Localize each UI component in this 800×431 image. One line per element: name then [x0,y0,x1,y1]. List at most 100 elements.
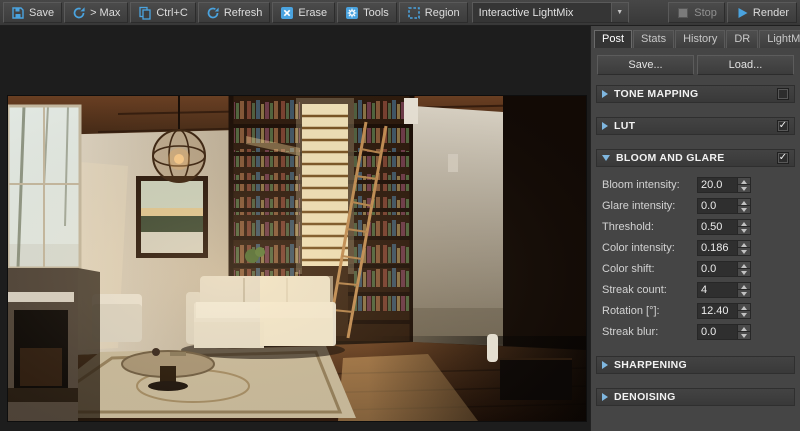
erase-button[interactable]: Erase [272,2,336,23]
save-settings-button[interactable]: Save... [597,55,694,75]
button-label: Save [29,6,55,19]
spinner-up-icon[interactable] [738,198,750,206]
load-settings-button[interactable]: Load... [697,55,794,75]
save-icon [11,6,25,20]
spinner-down-icon[interactable] [738,311,750,318]
dropdown-arrow-icon[interactable] [610,3,628,22]
spinner-down-icon[interactable] [738,206,750,213]
section-header-tone-mapping[interactable]: TONE MAPPING [596,85,795,103]
tab-stats[interactable]: Stats [633,30,675,48]
param-row-threshold: Threshold: 0.50 [602,216,793,237]
param-input-rotation: 12.40 [697,302,751,319]
section-checkbox-bloom-and-glare[interactable] [777,152,789,164]
section-sharpening: SHARPENING [596,356,795,374]
expand-arrow-icon[interactable] [602,90,608,98]
spinner-down-icon[interactable] [738,269,750,276]
spinner [737,240,750,255]
spinner [737,282,750,297]
tools-button[interactable]: Tools [337,2,397,23]
spinner-down-icon[interactable] [738,185,750,192]
section-denoising: DENOISING [596,388,795,406]
button-label: Ctrl+C [156,6,188,19]
spinner [737,219,750,234]
button-label: Render [752,6,789,19]
expand-arrow-icon[interactable] [602,122,608,130]
save-button[interactable]: Save [3,2,63,23]
section-header-bloom-and-glare[interactable]: BLOOM AND GLARE [596,149,795,167]
toolbar-buttons: Save > Max Ctrl+C Refresh Erase Tools Region [3,2,468,23]
spinner [737,324,750,339]
settings-panel: PostStatsHistoryDRLightMix Save... Load.… [590,26,800,431]
sections: TONE MAPPING LUT BLOOM AND GLARE Bloom inte… [591,77,800,406]
param-label: Glare intensity: [602,199,676,212]
section-title: TONE MAPPING [614,88,699,100]
param-value[interactable]: 12.40 [698,304,737,318]
region-icon [407,6,421,20]
spinner-down-icon[interactable] [738,248,750,255]
refresh-button[interactable]: Refresh [197,2,271,23]
render-button[interactable]: Render [726,2,797,23]
param-input-glare-intensity: 0.0 [697,197,751,214]
spinner-down-icon[interactable] [738,290,750,297]
expand-arrow-icon[interactable] [602,361,608,369]
param-label: Color shift: [602,262,655,275]
spinner-up-icon[interactable] [738,177,750,185]
spinner-up-icon[interactable] [738,240,750,248]
erase-icon [280,6,294,20]
spinner-up-icon[interactable] [738,261,750,269]
tab-lightmix[interactable]: LightMix [759,30,800,48]
param-label: Color intensity: [602,241,675,254]
tab-dr[interactable]: DR [726,30,759,48]
section-header-denoising[interactable]: DENOISING [596,388,795,406]
refresh-icon [206,6,220,20]
section-header-sharpening[interactable]: SHARPENING [596,356,795,374]
param-value[interactable]: 0.0 [698,325,737,339]
max-button[interactable]: > Max [64,2,129,23]
collapse-arrow-icon[interactable] [602,155,610,161]
section-header-lut[interactable]: LUT [596,117,795,135]
tab-history[interactable]: History [675,30,726,48]
render-scene [8,96,586,421]
spinner-up-icon[interactable] [738,324,750,332]
param-row-streak-blur: Streak blur: 0.0 [602,321,793,342]
button-label: Tools [363,6,389,19]
render-image[interactable] [7,95,587,422]
spinner-down-icon[interactable] [738,332,750,339]
spinner-up-icon[interactable] [738,282,750,290]
toolbar: Save > Max Ctrl+C Refresh Erase Tools Region I… [0,0,800,26]
param-value[interactable]: 4 [698,283,737,297]
section-body-bloom-and-glare: Bloom intensity: 20.0 Glare intensity: 0.0 T… [596,167,795,342]
button-label: Refresh [223,6,263,19]
section-title: BLOOM AND GLARE [616,152,725,164]
param-value[interactable]: 0.0 [698,199,737,213]
stop-button[interactable]: Stop [668,2,725,23]
section-checkbox-lut[interactable] [777,120,789,132]
param-value[interactable]: 20.0 [698,178,737,192]
param-input-threshold: 0.50 [697,218,751,235]
section-checkbox-tone-mapping[interactable] [777,88,789,100]
tab-post[interactable]: Post [594,30,633,48]
section-title: DENOISING [614,391,676,403]
preset-buttons: Save... Load... [591,48,800,77]
spinner-up-icon[interactable] [738,219,750,227]
ctrl-c-button[interactable]: Ctrl+C [130,2,196,23]
button-label: Stop [694,6,717,19]
param-value[interactable]: 0.186 [698,241,737,255]
copy-icon [138,6,152,20]
section-title: LUT [614,120,636,132]
param-value[interactable]: 0.50 [698,220,737,234]
spinner-down-icon[interactable] [738,227,750,234]
param-label: Streak blur: [602,325,659,338]
render-mode-value: Interactive LightMix [478,6,574,19]
region-button[interactable]: Region [398,2,468,23]
param-row-color-shift: Color shift: 0.0 [602,258,793,279]
button-label: Region [424,6,460,19]
stop-icon [676,6,690,20]
param-value[interactable]: 0.0 [698,262,737,276]
render-canvas-area [0,26,590,431]
param-row-glare-intensity: Glare intensity: 0.0 [602,195,793,216]
panel-tabs: PostStatsHistoryDRLightMix [591,26,800,48]
render-mode-dropdown[interactable]: Interactive LightMix [471,2,629,23]
spinner-up-icon[interactable] [738,303,750,311]
expand-arrow-icon[interactable] [602,393,608,401]
